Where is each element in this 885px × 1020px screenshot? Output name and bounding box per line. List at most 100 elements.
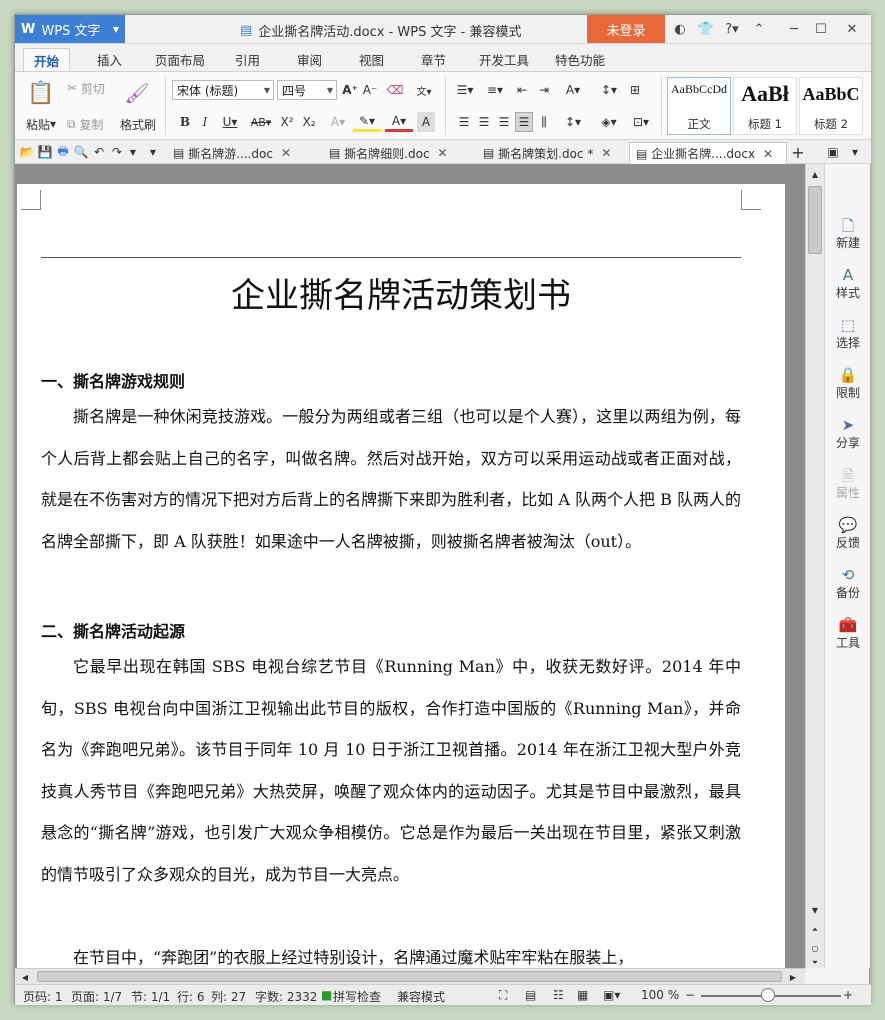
tab-list-icon[interactable]: ▼: [147, 144, 159, 160]
fullscreen-icon[interactable]: ⛶: [499, 988, 507, 1003]
numbered-list-icon[interactable]: ≡▾: [481, 80, 509, 100]
close-icon[interactable]: ✕: [841, 19, 863, 39]
highlight-icon[interactable]: ✎▾: [353, 112, 381, 132]
border-icon[interactable]: ⊡▾: [627, 112, 655, 132]
close-tab-icon[interactable]: ✕: [281, 146, 291, 160]
subscript-icon[interactable]: X₂: [299, 112, 319, 132]
scroll-up-icon[interactable]: ▲: [809, 168, 821, 180]
shirt-icon[interactable]: 👕: [695, 19, 717, 39]
align-center-icon[interactable]: ☰: [475, 112, 493, 132]
undo-icon[interactable]: ↶: [91, 144, 107, 160]
document-page[interactable]: 企业撕名牌活动策划书 一、撕名牌游戏规则 撕名牌是一种休闲竞技游戏。一般分为两组…: [17, 184, 785, 968]
align-left-icon[interactable]: ☰: [455, 112, 473, 132]
paste-icon[interactable]: 📋: [23, 78, 59, 108]
tab-insert[interactable]: 插入: [87, 48, 132, 71]
outline-view-icon[interactable]: ☷: [553, 988, 564, 1002]
reading-view-icon[interactable]: ▣▾: [603, 988, 620, 1002]
page-view-icon[interactable]: ▤: [525, 988, 536, 1002]
scroll-down-icon[interactable]: ▼: [809, 904, 821, 916]
side-select[interactable]: ⬚ 选择: [825, 316, 871, 351]
maximize-icon[interactable]: ☐: [810, 19, 832, 39]
web-view-icon[interactable]: ▦: [577, 988, 588, 1002]
tab-view-icon[interactable]: ▣: [825, 144, 841, 160]
new-tab-icon[interactable]: +: [789, 143, 807, 162]
copy-button[interactable]: ⧉ 复制: [67, 116, 103, 132]
help-icon[interactable]: ?▾: [721, 19, 743, 39]
print-icon[interactable]: 🖶: [55, 144, 71, 160]
close-tab-icon[interactable]: ✕: [763, 147, 773, 161]
italic-icon[interactable]: I: [197, 112, 213, 132]
status-spell-check[interactable]: 拼写检查: [333, 988, 381, 1005]
font-size-select[interactable]: 四号 ▼: [277, 80, 337, 100]
side-tools[interactable]: 🧰 工具: [825, 616, 871, 651]
phonetic-icon[interactable]: 文▾: [411, 80, 437, 100]
format-painter-button[interactable]: 格式刷: [117, 116, 159, 132]
doc-tab-active[interactable]: ▤ 企业撕名牌....docx ✕: [629, 142, 787, 164]
zoom-in-icon[interactable]: +: [843, 988, 853, 1002]
cut-button[interactable]: ✂ 剪切: [67, 80, 105, 96]
text-effect-icon[interactable]: A▾: [325, 112, 351, 132]
align-right-icon[interactable]: ☰: [495, 112, 513, 132]
strikethrough-icon[interactable]: AB▾: [247, 112, 275, 132]
collapse-ribbon-icon[interactable]: ⌃: [748, 19, 770, 39]
horizontal-scrollbar[interactable]: ◀ ▶: [15, 968, 805, 984]
tab-features[interactable]: 特色功能: [545, 48, 615, 71]
tab-view[interactable]: 视图: [349, 48, 394, 71]
shrink-font-icon[interactable]: A⁻: [361, 80, 379, 100]
login-button[interactable]: 未登录: [587, 15, 665, 43]
increase-indent-icon[interactable]: ⇥: [535, 80, 553, 100]
minimize-icon[interactable]: ─: [783, 19, 805, 39]
save-icon[interactable]: 💾: [37, 144, 53, 160]
tab-developer[interactable]: 开发工具: [469, 48, 539, 71]
grow-font-icon[interactable]: A⁺: [341, 80, 359, 100]
close-tab-icon[interactable]: ✕: [438, 146, 448, 160]
browse-object-icon[interactable]: ○: [809, 942, 821, 954]
change-case-icon[interactable]: A▾: [559, 80, 587, 100]
zoom-out-icon[interactable]: −: [685, 988, 695, 1002]
redo-icon[interactable]: ↷: [109, 144, 125, 160]
prev-page-icon[interactable]: ⏶: [809, 924, 821, 936]
chevron-down-icon[interactable]: ▼: [127, 144, 139, 160]
tab-references[interactable]: 引用: [225, 48, 270, 71]
close-tab-icon[interactable]: ✕: [601, 146, 611, 160]
scroll-right-icon[interactable]: ▶: [787, 971, 799, 983]
decrease-indent-icon[interactable]: ⇤: [513, 80, 531, 100]
next-page-icon[interactable]: ⏷: [809, 958, 821, 968]
tab-chapter[interactable]: 章节: [411, 48, 456, 71]
scroll-left-icon[interactable]: ◀: [19, 971, 31, 983]
app-menu-button[interactable]: W WPS 文字 ▼: [15, 15, 125, 43]
skin-icon[interactable]: ◐: [669, 19, 691, 39]
side-style[interactable]: A 样式: [825, 266, 871, 301]
doc-tab-1[interactable]: ▤ 撕名牌游....doc ✕: [167, 142, 317, 164]
clear-format-icon[interactable]: ⌫: [385, 80, 405, 100]
doc-tab-2[interactable]: ▤ 撕名牌细则.doc ✕: [323, 142, 473, 164]
side-properties[interactable]: 🗎 属性: [825, 466, 871, 501]
font-color-icon[interactable]: A▾: [385, 112, 413, 132]
table-icon[interactable]: ⊞: [625, 80, 645, 100]
side-feedback[interactable]: 💬 反馈: [825, 516, 871, 551]
tab-menu-icon[interactable]: ▾: [847, 144, 863, 160]
shading-icon[interactable]: ◈▾: [595, 112, 623, 132]
superscript-icon[interactable]: X²: [277, 112, 297, 132]
side-restrict[interactable]: 🔒 限制: [825, 366, 871, 401]
style-normal[interactable]: AaBbCcDd 正文: [667, 77, 731, 135]
tab-review[interactable]: 审阅: [287, 48, 332, 71]
bullet-list-icon[interactable]: ☰▾: [451, 80, 479, 100]
vertical-scrollbar[interactable]: ▲ ▼ ⏶ ○ ⏷: [805, 164, 824, 968]
tab-home[interactable]: 开始: [23, 48, 71, 71]
format-painter-icon[interactable]: 🖌: [119, 78, 155, 108]
align-justify-icon[interactable]: ☰: [515, 112, 533, 132]
tab-page-layout[interactable]: 页面布局: [145, 48, 215, 71]
status-word-count[interactable]: 字数: 2332: [255, 988, 317, 1005]
horizontal-scroll-thumb[interactable]: [37, 971, 782, 982]
paste-button[interactable]: 粘贴 ▾: [21, 116, 61, 132]
doc-tab-3[interactable]: ▤ 撕名牌策划.doc * ✕: [477, 142, 627, 164]
zoom-slider-thumb[interactable]: [761, 988, 775, 1002]
sort-icon[interactable]: ↕▾: [595, 80, 623, 100]
vertical-scroll-thumb[interactable]: [808, 186, 822, 254]
char-shading-icon[interactable]: A: [417, 112, 435, 132]
style-heading-1[interactable]: AaBł 标题 1: [733, 77, 797, 135]
bold-icon[interactable]: B: [177, 112, 193, 132]
line-spacing-icon[interactable]: ↕▾: [559, 112, 587, 132]
underline-icon[interactable]: U▾: [217, 112, 243, 132]
